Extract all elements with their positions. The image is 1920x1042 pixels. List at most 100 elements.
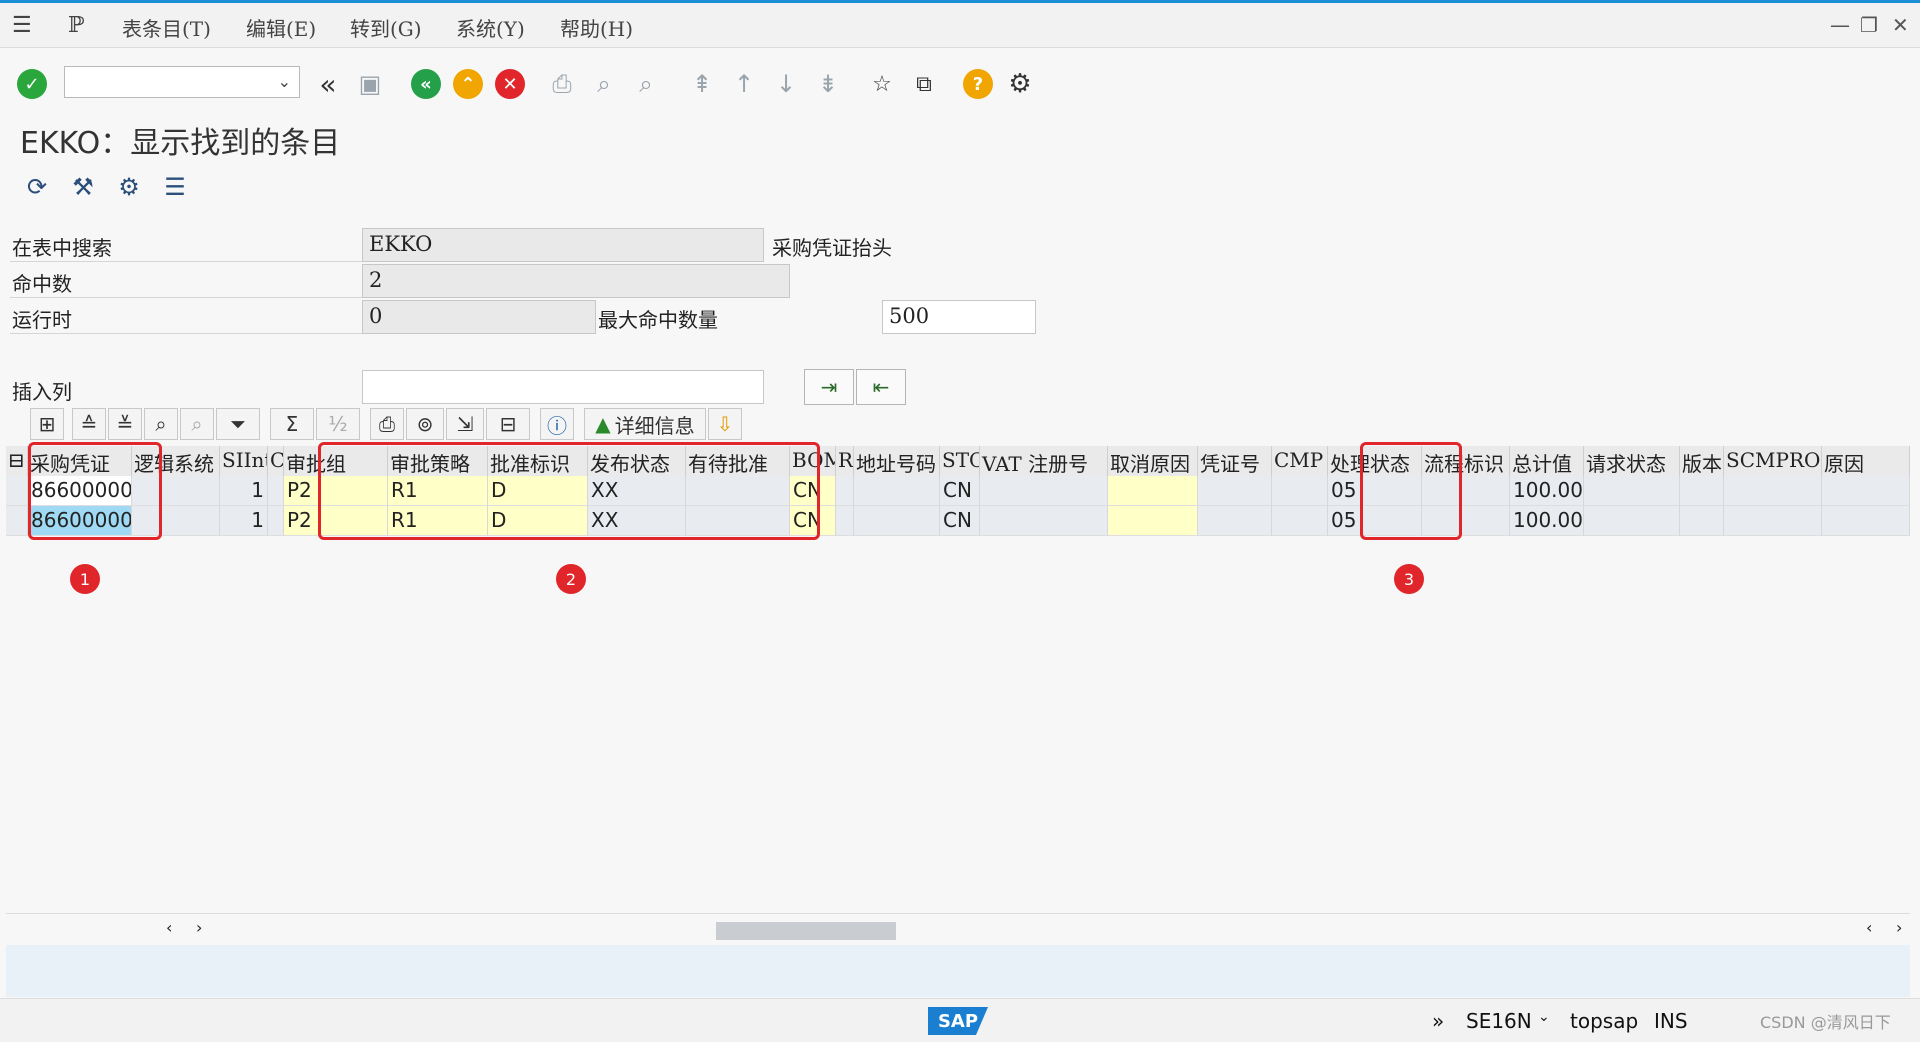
column-header-reason[interactable]: 原因 [1822,446,1910,476]
column-header-address[interactable]: 地址号码 [854,446,940,476]
column-header-version[interactable]: 版本 [1680,446,1724,476]
subtotal-icon: ½ [316,408,360,440]
layout-icon[interactable]: ⚒ [66,170,100,204]
collapse-toolbar-icon[interactable]: « [312,68,344,101]
program-icon[interactable]: ℙ [68,13,85,38]
enter-icon[interactable]: ✓ [16,68,48,100]
hits-label: 命中数 [12,272,72,296]
column-header-r[interactable]: R [836,446,854,476]
results-grid: ⊟ 采购凭证 逻辑系统 SIInt C 审批组 审批策略 批准标识 发布状态 有… [6,446,1910,536]
find-next-icon: ⌕ [180,408,214,440]
print-icon: ⎙ [552,70,572,98]
refresh-icon[interactable]: ⟳ [20,170,54,204]
chevron-down-icon[interactable]: ⌄ [278,72,291,91]
table-cell [1108,476,1198,506]
filter-icon[interactable]: ⏷ [216,408,260,440]
status-bar: SAP » SE16N ⌄ topsap INS CSDN @清风日下 [0,998,1920,1042]
column-header-cmpi[interactable]: CMP I [1272,446,1328,476]
column-header-vat[interactable]: VAT 注册号 [980,446,1108,476]
details-button[interactable]: ▲ 详细信息 [584,408,706,440]
minimize-icon[interactable]: — [1830,13,1850,37]
remove-column-button[interactable]: ⇤ [856,369,906,405]
max-hits-field[interactable]: 500 [882,300,1036,334]
row-selector[interactable] [6,506,28,536]
download-icon[interactable]: ⇩ [708,408,742,440]
table-cell [980,506,1108,536]
scroll-right-icon[interactable]: › [1896,918,1902,937]
insert-column-button[interactable]: ⇥ [804,369,854,405]
views-icon[interactable]: ⊚ [406,408,444,440]
column-header-req-status[interactable]: 请求状态 [1584,446,1680,476]
new-session-icon[interactable]: ☆ [866,68,898,100]
sort-ascending-icon[interactable]: ≙ [72,408,106,440]
table-cell [1198,476,1272,506]
gear-icon[interactable]: ⚙ [1004,68,1036,100]
select-all-header[interactable]: ⊟ [6,446,28,476]
marker-3: 3 [1394,564,1424,594]
expand-status-icon[interactable]: » [1432,1009,1444,1033]
sort-descending-icon[interactable]: ≚ [108,408,142,440]
column-header-stc[interactable]: STC [940,446,980,476]
search-table-field: EKKO [362,228,764,262]
table-cell [1272,506,1328,536]
close-window-icon[interactable]: ✕ [1892,13,1909,37]
command-field[interactable]: ⌄ [64,66,300,98]
horizontal-scrollbar[interactable]: ‹ › ‹ › [6,913,1910,945]
menu-toggle-icon[interactable]: ☰ [12,13,32,38]
row-selector[interactable] [6,476,28,506]
search-table-description: 采购凭证抬头 [772,236,892,260]
marker-2: 2 [556,564,586,594]
back-icon[interactable]: « [410,68,442,100]
table-cell [1822,506,1910,536]
find-icon[interactable]: ⌕ [144,408,178,440]
list-icon[interactable]: ☰ [158,170,192,204]
table-cell [1198,506,1272,536]
column-header-siint[interactable]: SIInt [220,446,268,476]
remove-icon: ⇤ [872,375,890,399]
highlight-box-po [28,442,162,540]
column-header-cancel-reason[interactable]: 取消原因 [1108,446,1198,476]
table-cell [854,476,940,506]
scroll-thumb[interactable] [716,922,896,940]
column-header-c[interactable]: C [268,446,284,476]
menu-edit[interactable]: 编辑(E) [246,13,316,42]
shortcut-icon[interactable]: ⧉ [908,68,940,100]
column-header-doc-no[interactable]: 凭证号 [1198,446,1272,476]
menu-table-entry[interactable]: 表条目(T) [122,13,211,42]
info-icon[interactable]: ⓘ [540,408,574,440]
details-view-icon[interactable]: ⊞ [30,408,64,440]
table-cell-total: 100.00 [1510,476,1584,506]
help-icon[interactable]: ? [962,68,994,100]
menu-system[interactable]: 系统(Y) [456,13,525,42]
menu-help[interactable]: 帮助(H) [560,13,633,42]
runtime-field: 0 [362,300,596,334]
tcode-label[interactable]: SE16N [1466,1009,1532,1033]
table-cell-siint: 1 [220,476,268,506]
search-table-label: 在表中搜索 [12,236,112,260]
export-icon[interactable]: ⇲ [446,408,484,440]
sum-icon[interactable]: Σ [270,408,314,440]
chevron-down-icon[interactable]: ⌄ [1538,1009,1550,1025]
exit-icon[interactable]: ⌃ [452,68,484,100]
save-icon: ▣ [358,70,382,98]
max-hits-label: 最大命中数量 [598,308,718,332]
print-preview-icon[interactable]: ⎙ [370,408,404,440]
settings-puzzle-icon[interactable]: ⚙ [112,170,146,204]
table-cell [854,506,940,536]
mountain-icon: ▲ [595,412,611,436]
table-cell [980,476,1108,506]
cancel-icon[interactable]: ✕ [494,68,526,100]
scroll-right-icon[interactable]: › [196,918,202,937]
scroll-left-icon[interactable]: ‹ [166,918,172,937]
table-cell [1724,476,1822,506]
menu-goto[interactable]: 转到(G) [350,13,422,42]
scroll-left-icon[interactable]: ‹ [1866,918,1872,937]
table-cell [1584,476,1680,506]
column-header-total[interactable]: 总计值 [1510,446,1584,476]
layout-grid-icon[interactable]: ⊟ [486,408,530,440]
table-cell [1108,506,1198,536]
insert-column-field[interactable] [362,370,764,404]
restore-icon[interactable]: ❐ [1860,13,1878,37]
column-header-scmproc[interactable]: SCMPROC [1724,446,1822,476]
table-cell [1822,476,1910,506]
